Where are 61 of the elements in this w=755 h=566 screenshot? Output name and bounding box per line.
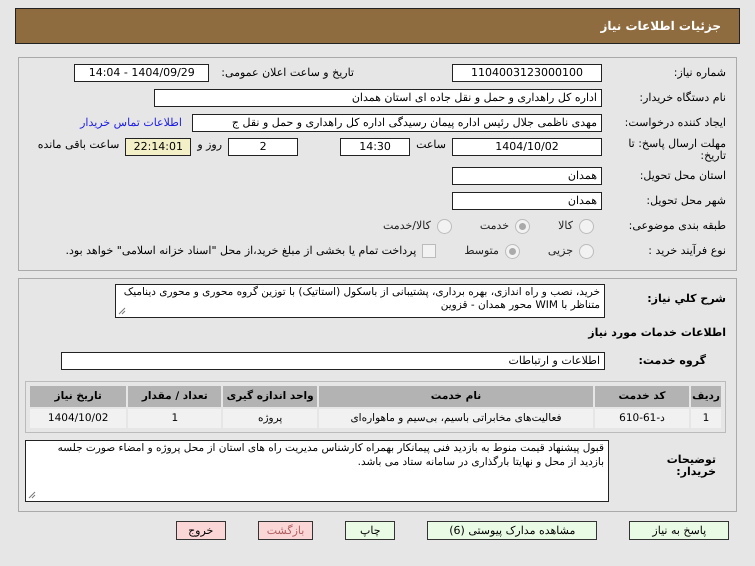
text-field[interactable]: 1104003123000100 [452, 64, 602, 82]
table-cell: 1 [691, 409, 721, 428]
text-field[interactable]: مهدی ناظمی جلال رئیس اداره پیمان رسیدگی اداره کل راهداری و حمل و نقل ج [192, 114, 602, 132]
field-label: ساعت باقی مانده [38, 138, 120, 152]
radio-button[interactable] [515, 218, 530, 234]
option-label: جزیی [548, 244, 573, 258]
text-field[interactable]: 1404/09/29 - 14:04 [74, 64, 210, 82]
notes-box[interactable]: قبول پیشنهاد قیمت منوط به بازدید فنی پیمانکار بهمراه کارشناس مدیریت راه های استان از محل پروژه و امضاء صورت جلسه بازدید از محل و نهایتا بارگذاری در سامانه ستاد می باشد. [25, 440, 609, 502]
field-label: ایجاد کننده درخواست: [624, 116, 726, 130]
action-button[interactable]: پاسخ به نیاز [629, 521, 730, 540]
field-label: شماره نیاز: [672, 66, 726, 80]
field-label: نام دستگاه خریدار: [638, 91, 726, 105]
column-header: ردیف [691, 386, 721, 408]
action-button[interactable]: خروج [176, 521, 226, 540]
field-label: گروه خدمت: [637, 354, 707, 368]
text-field[interactable]: اطلاعات و ارتباطات [61, 352, 605, 370]
section-title: اطلاعات خدمات مورد نیاز [588, 326, 726, 340]
text-field[interactable]: 14:30 [340, 138, 410, 156]
option-label: خدمت [480, 219, 510, 234]
text-field[interactable]: همدان [452, 167, 602, 186]
field-label: شرح کلي نياز: [646, 291, 726, 306]
action-button[interactable]: چاپ [345, 521, 396, 540]
action-button[interactable]: مشاهده مدارک پیوستی (6) [427, 521, 598, 540]
table-cell: د-61-610 [594, 409, 690, 428]
description-box[interactable]: خرید، نصب و راه اندازی، بهره برداری، پشتیبانی از باسکول (استاتیک) با توزین گروه محوری و محوری دینامیک متناظر با WIM محور همدان - قزوین [115, 284, 605, 318]
field-label: توضیحات خریدار: [666, 452, 717, 478]
radio-button[interactable] [436, 218, 452, 234]
table-cell: 1404/10/02 [30, 409, 126, 428]
page-title: جزئیات اطلاعات نیاز [600, 18, 721, 34]
column-header: تعداد / مقدار [128, 386, 222, 408]
text-field[interactable]: 1404/10/02 [452, 138, 602, 156]
radio-button[interactable] [579, 218, 594, 234]
text-field[interactable]: 2 [228, 138, 298, 156]
field-label: روز و [197, 138, 222, 152]
field-label: ساعت [416, 138, 446, 152]
column-header: تاریخ نیاز [30, 386, 126, 408]
field-label: تاریخ و ساعت اعلان عمومی: [221, 66, 354, 80]
countdown-field[interactable]: 22:14:01 [125, 138, 192, 156]
checkbox[interactable] [422, 244, 436, 258]
column-header: کد خدمت [594, 386, 690, 408]
text-field[interactable]: همدان [452, 192, 602, 210]
option-label: کالا/خدمت [383, 219, 431, 234]
option-label: کالا [558, 219, 573, 234]
resize-grip-icon[interactable] [28, 491, 36, 500]
radio-button[interactable] [579, 244, 594, 259]
table-cell: پروژه [223, 409, 318, 428]
table-cell: فعالیت‌های مخابراتی باسیم، بی‌سیم و ماهواره‌ای [319, 409, 593, 428]
table-cell: 1 [128, 409, 222, 428]
field-label: طبقه بندی موضوعی: [628, 219, 726, 234]
column-header: نام خدمت [319, 386, 593, 408]
column-header: واحد اندازه گیری [223, 386, 318, 408]
radio-button[interactable] [504, 244, 520, 259]
option-label: متوسط [464, 244, 499, 258]
resize-grip-icon[interactable] [118, 307, 126, 316]
field-label: نوع فرآیند خرید : [647, 244, 726, 258]
text-field[interactable]: اداره کل راهداری و حمل و نقل جاده ای استان همدان [154, 89, 602, 107]
checkbox-label: پرداخت تمام یا بخشی از مبلغ خرید،از محل "اسناد خزانه اسلامی" خواهد بود. [66, 244, 416, 258]
field-label: مهلت ارسال پاسخ: تا تاریخ: [627, 138, 726, 162]
contact-link[interactable]: اطلاعات تماس خریدار [80, 116, 182, 130]
field-label: شهر محل تحویل: [645, 194, 726, 208]
field-label: استان محل تحویل: [638, 169, 726, 184]
